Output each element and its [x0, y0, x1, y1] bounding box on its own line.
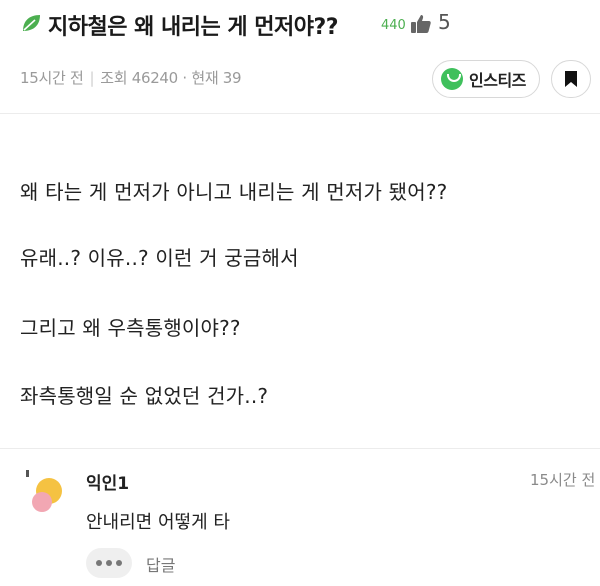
meta-separator: |	[89, 69, 95, 87]
instiz-button[interactable]: 인스티즈	[432, 60, 540, 98]
bookmark-icon	[565, 71, 577, 87]
like-count: 5	[438, 10, 451, 34]
commenter-avatar	[26, 470, 62, 512]
post-meta: 15시간 전 | 조회 46240 · 현재 39	[20, 67, 242, 88]
post-header: 지하철은 왜 내리는 게 먼저야?? 440 5	[0, 0, 600, 56]
comment-time: 15시간 전	[530, 471, 596, 489]
header-divider	[0, 113, 600, 114]
more-dots-icon	[116, 560, 122, 566]
more-dots-icon	[96, 560, 102, 566]
post-current-viewers: · 현재 39	[182, 69, 242, 87]
leaf-icon	[23, 15, 40, 31]
title-count: 440	[381, 18, 406, 33]
post-body-line: 좌측통행일 순 없었던 건가..?	[20, 384, 269, 408]
instiz-label: 인스티즈	[469, 71, 526, 90]
thumbs-up-icon[interactable]	[409, 12, 433, 36]
comment-author: 익인1	[86, 474, 130, 494]
post-views: 조회 46240	[100, 69, 178, 87]
post-body-line: 유래..? 이유..? 이런 거 궁금해서	[20, 246, 299, 270]
reply-button[interactable]: 답글	[146, 552, 175, 576]
bookmark-button[interactable]	[551, 60, 591, 98]
post-body-line: 그리고 왜 우측통행이야??	[20, 316, 241, 340]
post-time: 15시간 전	[20, 69, 84, 87]
comment-text: 안내리면 어떻게 타	[86, 512, 230, 533]
instiz-smile-icon	[441, 68, 463, 90]
post-title: 지하철은 왜 내리는 게 먼저야??	[48, 15, 339, 40]
post-body-line: 왜 타는 게 먼저가 아니고 내리는 게 먼저가 됐어??	[20, 180, 448, 204]
comments-divider	[0, 448, 600, 449]
more-dots-icon	[106, 560, 112, 566]
more-options-button[interactable]	[86, 548, 132, 578]
